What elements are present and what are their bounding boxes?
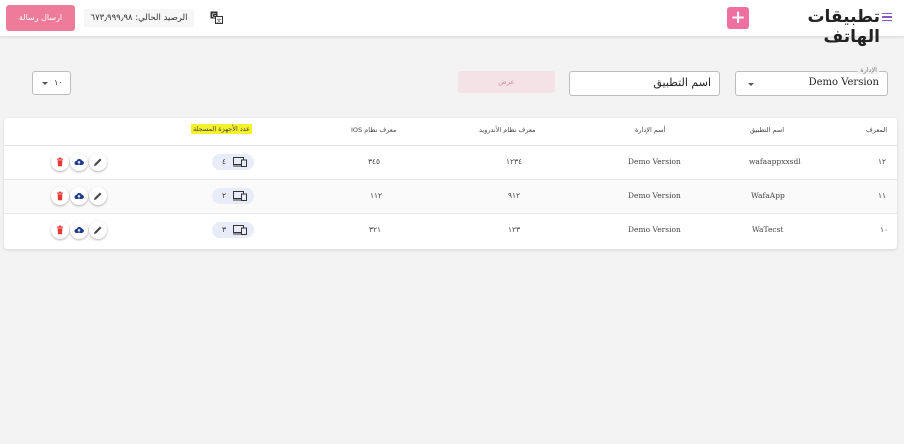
column-header-admin-name: أسم الإدارة bbox=[635, 126, 666, 134]
trash-icon bbox=[57, 157, 63, 167]
devices-count-badge[interactable]: ٤ bbox=[212, 154, 254, 170]
upload-button[interactable] bbox=[70, 187, 88, 205]
devices-count: ٤ bbox=[222, 157, 227, 166]
devices-icon bbox=[233, 225, 247, 235]
admin-select-label: الإدارة bbox=[858, 66, 879, 74]
cell-admin-name: Demo Version bbox=[628, 225, 681, 234]
cell-admin-name: Demo Version bbox=[628, 157, 681, 166]
table-row: ١٢ wafaappxxsdl Demo Version ١٢٣٤ ٣٤٥ ٤ bbox=[4, 145, 897, 179]
cell-ios-id: ٣٤٥ bbox=[368, 157, 381, 166]
cell-app-name: wafaappxxsdl bbox=[749, 157, 801, 166]
add-app-button[interactable]: + bbox=[727, 7, 749, 29]
pencil-icon bbox=[94, 226, 102, 234]
column-header-devices: عدد الأجهزة المسجلة bbox=[191, 124, 253, 134]
edit-button[interactable] bbox=[89, 153, 107, 171]
trash-icon bbox=[57, 191, 63, 201]
upload-button[interactable] bbox=[70, 153, 88, 171]
pencil-icon bbox=[94, 158, 102, 166]
devices-count-badge[interactable]: ٣ bbox=[212, 222, 254, 238]
devices-count: ٢ bbox=[222, 191, 227, 200]
delete-button[interactable] bbox=[51, 187, 69, 205]
cloud-upload-icon bbox=[74, 193, 84, 200]
cell-app-name: WafaApp bbox=[751, 191, 785, 200]
current-balance: الرصيد الحالي: ٦٧٣٫٩٩٩٫٩٨ bbox=[84, 9, 194, 27]
edit-button[interactable] bbox=[89, 187, 107, 205]
app-name-input[interactable]: اسم التطبيق bbox=[569, 71, 720, 96]
trash-icon bbox=[57, 225, 63, 235]
cloud-upload-icon bbox=[74, 227, 84, 234]
cell-id: ١٠ bbox=[880, 225, 889, 234]
edit-button[interactable] bbox=[89, 221, 107, 239]
cell-id: ١١ bbox=[878, 191, 887, 200]
translate-icon[interactable]: G 文 bbox=[210, 11, 223, 24]
cell-ios-id: ١١٢ bbox=[370, 191, 383, 200]
menu-icon[interactable] bbox=[882, 13, 892, 22]
cell-android-id: ١٢٣٤ bbox=[506, 157, 523, 166]
app-header: تطبيقات الهاتف + G 文 الرصيد الحالي: ٦٧٣٫… bbox=[0, 0, 904, 47]
chevron-down-icon bbox=[42, 82, 48, 85]
table-row: ١١ WafaApp Demo Version ٩١٢ ١١٢ ٢ bbox=[4, 179, 897, 213]
page-size-value: ١٠ bbox=[54, 78, 63, 87]
table-row: ١٠ WaTecst Demo Version ١٢٣ ٣٢١ ٣ bbox=[4, 213, 897, 247]
delete-button[interactable] bbox=[51, 221, 69, 239]
page-size-select[interactable]: ١٠ bbox=[32, 71, 71, 95]
column-header-ios-id: معرف نظام IOS bbox=[351, 126, 397, 134]
admin-select-value: Demo Version bbox=[808, 77, 879, 88]
cell-android-id: ٩١٢ bbox=[508, 191, 521, 200]
column-header-app-name: اسم التطبيق bbox=[750, 126, 785, 134]
devices-icon bbox=[233, 191, 247, 201]
cell-id: ١٢ bbox=[878, 157, 887, 166]
cell-ios-id: ٣٢١ bbox=[369, 225, 382, 234]
cell-admin-name: Demo Version bbox=[628, 191, 681, 200]
devices-count: ٣ bbox=[222, 225, 227, 234]
devices-count-badge[interactable]: ٢ bbox=[212, 188, 254, 204]
column-header-android-id: معرف نظام الأندرويد bbox=[479, 126, 536, 134]
devices-icon bbox=[233, 157, 247, 167]
cloud-upload-icon bbox=[74, 159, 84, 166]
svg-text:文: 文 bbox=[216, 18, 221, 25]
apps-table: المعرف اسم التطبيق أسم الإدارة معرف نظام… bbox=[4, 118, 897, 249]
chevron-down-icon bbox=[748, 83, 754, 86]
send-message-button[interactable]: ارسال رسالة bbox=[6, 5, 75, 31]
pencil-icon bbox=[94, 192, 102, 200]
delete-button[interactable] bbox=[51, 153, 69, 171]
upload-button[interactable] bbox=[70, 221, 88, 239]
page-title: تطبيقات الهاتف bbox=[807, 7, 880, 47]
cell-android-id: ١٢٣ bbox=[508, 225, 521, 234]
column-header-id: المعرف bbox=[866, 126, 888, 134]
cell-app-name: WaTecst bbox=[752, 225, 784, 234]
admin-select[interactable]: الإدارة Demo Version bbox=[735, 66, 888, 96]
show-button[interactable]: عرض bbox=[458, 71, 555, 93]
app-name-input-value: اسم التطبيق bbox=[653, 76, 711, 89]
